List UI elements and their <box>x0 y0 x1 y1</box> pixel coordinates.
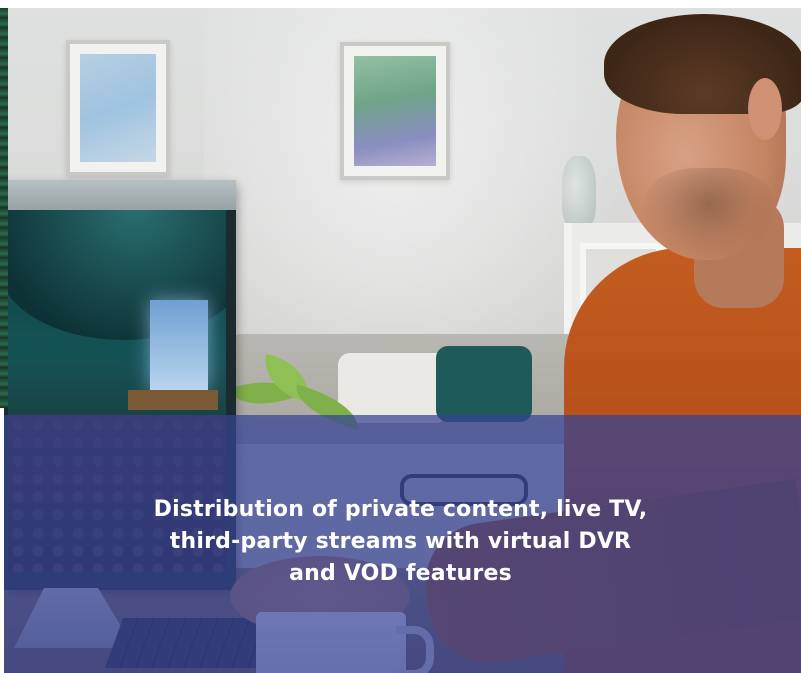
man-ear <box>748 78 782 140</box>
caption-line-3: and VOD features <box>289 561 512 586</box>
man-beard <box>644 168 774 258</box>
edge-strip <box>0 8 8 408</box>
hero-frame: Distribution of private content, live TV… <box>0 0 801 673</box>
caption-text: Distribution of private content, live TV… <box>0 494 801 590</box>
caption-line-1: Distribution of private content, live TV… <box>153 497 648 522</box>
caption-line-2: third-party streams with virtual DVR <box>169 529 632 554</box>
wall-art-left <box>66 40 170 176</box>
vase <box>562 156 596 228</box>
wall-art-center <box>340 42 450 180</box>
pillow-teal <box>436 346 532 422</box>
